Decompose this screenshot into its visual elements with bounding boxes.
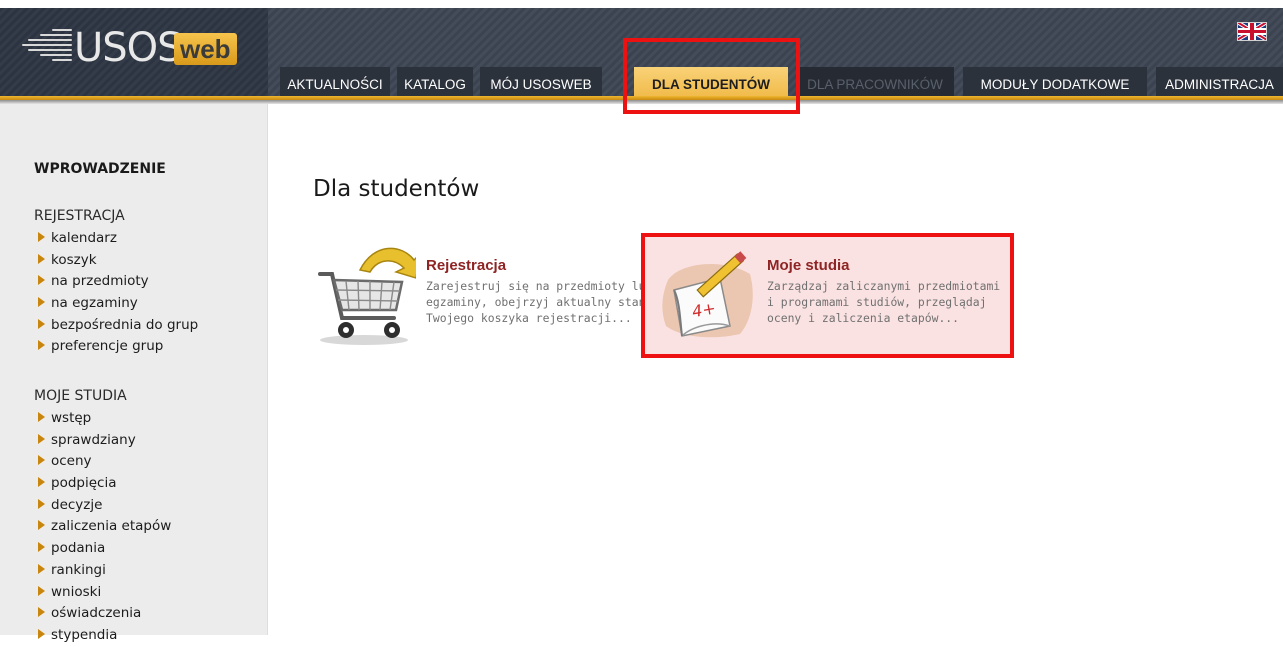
bullet-icon [38,253,45,264]
card-desc-moje-studia: Zarządzaj zaliczanymi przedmiotami i pro… [767,278,1000,326]
sidebar-item-bezposrednia-do-grup[interactable]: bezpośrednia do grup [38,315,198,337]
sidebar-item-kalendarz[interactable]: kalendarz [38,228,198,250]
card-rejestracja[interactable]: Rejestracja Zarejestruj się na przedmiot… [316,240,652,350]
bullet-icon [38,477,45,488]
bullet-icon [38,585,45,596]
sidebar-item-sprawdziany[interactable]: sprawdziany [38,430,171,452]
sidebar-item-podania[interactable]: podania [38,538,171,560]
bullet-icon [38,275,45,286]
bullet-icon [38,542,45,553]
sidebar-list-moje-studia: wstęp sprawdziany oceny podpięcia decyzj… [38,408,171,647]
bullet-icon [38,498,45,509]
shopping-cart-icon [318,247,416,345]
sidebar-item-wstep[interactable]: wstęp [38,408,171,430]
sidebar-item-rankingi[interactable]: rankingi [38,560,171,582]
bullet-icon [38,232,45,242]
sidebar-item-oceny[interactable]: oceny [38,451,171,473]
sidebar-heading-moje-studia[interactable]: MOJE STUDIA [34,388,127,404]
card-title-rejestracja[interactable]: Rejestracja [426,257,506,274]
sidebar-list-rejestracja: kalendarz koszyk na przedmioty na egzami… [38,228,198,358]
bullet-icon [38,520,45,531]
bullet-icon [38,563,45,574]
card-desc-line: egzaminy, obejrzyj aktualny stan [426,295,646,309]
page-title: Dla studentów [313,176,480,203]
sidebar: WPROWADZENIE REJESTRACJA kalendarz koszy… [0,104,268,643]
sidebar-item-koszyk[interactable]: koszyk [38,250,198,272]
card-desc-line: Zarządzaj zaliczanymi przedmiotami [767,279,1001,293]
card-desc-line: oceny i zaliczenia etapów... [767,311,960,325]
bullet-icon [38,433,45,444]
sidebar-item-stypendia[interactable]: stypendia [38,625,171,647]
bullet-icon [38,297,45,308]
sidebar-item-zaliczenia-etapow[interactable]: zaliczenia etapów [38,516,171,538]
card-desc-line: Twojego koszyka rejestracji... [426,311,632,325]
sidebar-item-preferencje-grup[interactable]: preferencje grup [38,336,198,358]
logo-text-usos: USOS [74,25,183,71]
sidebar-heading-rejestracja[interactable]: REJESTRACJA [34,208,125,224]
card-title-moje-studia[interactable]: Moje studia [767,257,850,274]
usosweb-logo[interactable]: USOS web [22,23,254,79]
logo-lines-icon [22,29,72,73]
top-navigation: AKTUALNOŚCI KATALOG MÓJ USOSWEB DLA STUD… [268,8,1283,102]
card-desc-rejestracja: Zarejestruj się na przedmioty lub egzami… [426,278,652,326]
bullet-icon [38,607,45,618]
header: USOS web AKTUALNOŚCI KATALOG MÓJ USOSWEB… [0,0,1283,104]
header-top-margin [0,0,1283,8]
bullet-icon [38,318,45,329]
sidebar-item-oswiadczenia[interactable]: oświadczenia [38,603,171,625]
logo-area: USOS web [0,8,268,96]
notebook-pencil-icon: 4+ [662,251,753,338]
bullet-icon [38,628,45,639]
grade-text: 4+ [691,298,718,321]
sidebar-item-podpiecia[interactable]: podpięcia [38,473,171,495]
logo-text-web: web [174,33,237,65]
sidebar-item-na-przedmioty[interactable]: na przedmioty [38,271,198,293]
card-desc-line: Zarejestruj się na przedmioty lub [426,279,653,293]
card-desc-line: i programami studiów, przeglądaj [767,295,987,309]
bullet-icon [38,412,45,422]
sidebar-item-decyzje[interactable]: decyzje [38,495,171,517]
bullet-icon [38,340,45,351]
bullet-icon [38,455,45,466]
sidebar-item-na-egzaminy[interactable]: na egzaminy [38,293,198,315]
sidebar-item-wnioski[interactable]: wnioski [38,582,171,604]
uk-flag-icon[interactable] [1237,22,1267,41]
sidebar-intro-link[interactable]: WPROWADZENIE [34,161,166,177]
card-moje-studia[interactable]: 4+ Moje studia Zarządzaj zaliczanymi prz… [660,240,1005,350]
